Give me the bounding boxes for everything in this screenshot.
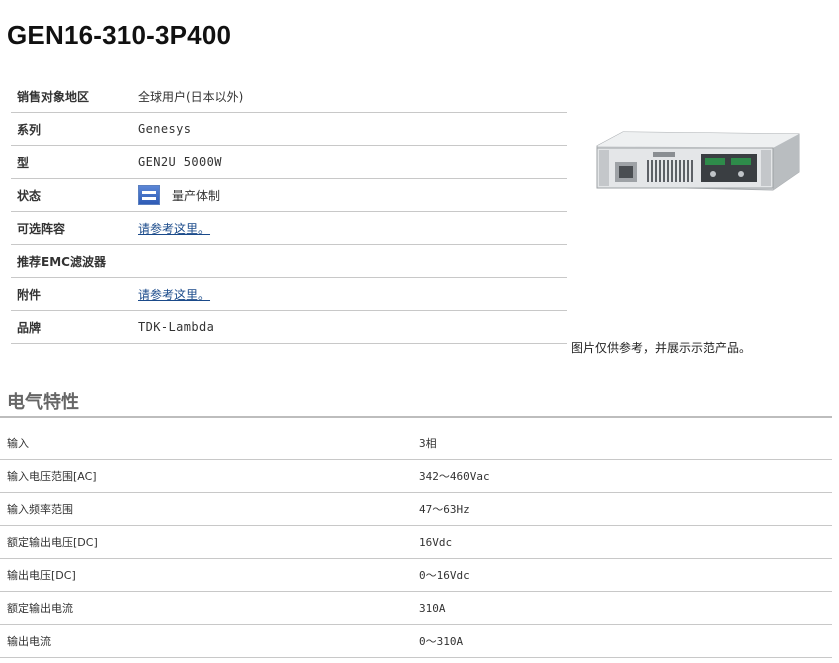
brand-value: TDK-Lambda [138, 310, 567, 344]
electrical-row-value: 16Vdc [419, 525, 832, 559]
table-row: 额定输出电流 310A [0, 591, 832, 625]
electrical-row-value: 3相 [419, 427, 832, 460]
model-value: GEN2U 5000W [138, 145, 567, 179]
electrical-section-title: 电气特性 [7, 392, 79, 413]
electrical-row-value: 342～460Vac [419, 459, 832, 493]
electrical-row-value: 310A [419, 591, 832, 625]
region-label: 销售对象地区 [11, 80, 138, 113]
spec-table: 销售对象地区 全球用户(日本以外) 系列 Genesys 型 GEN2U 500… [11, 80, 567, 344]
status-value: 量产体制 [172, 188, 221, 203]
accessory-cell: 请参考这里。 [138, 277, 567, 311]
electrical-row-value: 0～310A [419, 624, 832, 658]
spec-row-series: 系列 Genesys [11, 112, 567, 146]
electrical-row-label: 输入频率范围 [0, 492, 419, 526]
section-divider [0, 416, 832, 418]
spec-row-region: 销售对象地区 全球用户(日本以外) [11, 80, 567, 113]
electrical-row-label: 输入 [0, 427, 419, 460]
status-label: 状态 [11, 178, 138, 212]
spec-row-model: 型 GEN2U 5000W [11, 145, 567, 179]
accessory-link[interactable]: 请参考这里。 [138, 288, 210, 302]
options-link[interactable]: 请参考这里。 [138, 222, 210, 236]
spec-row-options: 可选阵容 请参考这里。 [11, 211, 567, 245]
electrical-row-label: 额定输出电流 [0, 591, 419, 625]
spec-row-accessory: 附件 请参考这里。 [11, 277, 567, 311]
electrical-row-label: 额定输出电压[DC] [0, 525, 419, 559]
model-label: 型 [11, 145, 138, 179]
table-row: 额定输出电压[DC] 16Vdc [0, 525, 832, 559]
series-value: Genesys [138, 112, 567, 146]
electrical-row-value: 0～16Vdc [419, 558, 832, 592]
status-cell: 量产体制 [138, 178, 567, 212]
electrical-row-label: 输入电压范围[AC] [0, 459, 419, 493]
brand-label: 品牌 [11, 310, 138, 344]
table-row: 输出电压[DC] 0～16Vdc [0, 558, 832, 592]
electrical-row-label: 输出电压[DC] [0, 558, 419, 592]
options-label: 可选阵容 [11, 211, 138, 245]
electrical-row-label: 输出电流 [0, 624, 419, 658]
spec-row-status: 状态 量产体制 [11, 178, 567, 212]
spec-row-emc: 推荐EMC滤波器 [11, 244, 567, 278]
page-title: GEN16-310-3P400 [7, 20, 232, 50]
table-row: 输入频率范围 47～63Hz [0, 492, 832, 526]
table-row: 输出电流 0～310A [0, 624, 832, 658]
product-image [596, 131, 800, 191]
electrical-row-value: 47～63Hz [419, 492, 832, 526]
region-value: 全球用户(日本以外) [138, 80, 567, 113]
mass-production-status-icon [138, 185, 160, 205]
table-row: 输入电压范围[AC] 342～460Vac [0, 459, 832, 493]
table-row: 输入 3相 [0, 427, 832, 460]
options-cell: 请参考这里。 [138, 211, 567, 245]
image-caption: 图片仅供参考，并展示示范产品。 [571, 341, 752, 355]
series-label: 系列 [11, 112, 138, 146]
emc-label: 推荐EMC滤波器 [11, 244, 138, 278]
accessory-label: 附件 [11, 277, 138, 311]
spec-row-brand: 品牌 TDK-Lambda [11, 310, 567, 344]
electrical-table: 输入 3相 输入电压范围[AC] 342～460Vac 输入频率范围 47～63… [0, 427, 832, 658]
emc-value [138, 244, 567, 278]
